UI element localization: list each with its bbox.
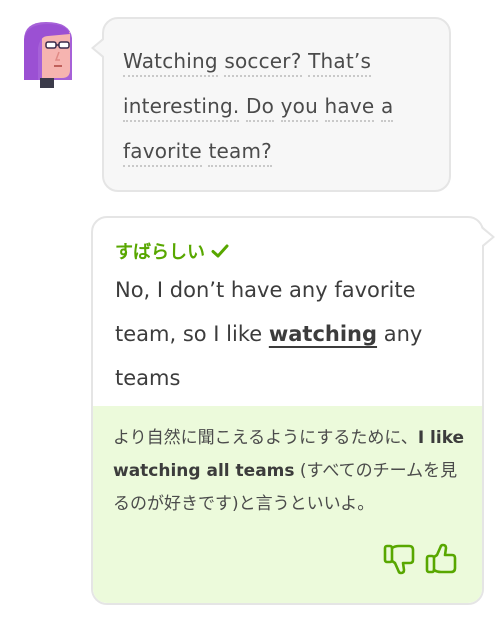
avatar (18, 18, 78, 88)
question-line: Watching soccer? That’s (123, 39, 443, 84)
thumbs-up-icon (425, 543, 457, 574)
question-word[interactable]: Watching (123, 49, 218, 77)
question-line: favorite team? (123, 129, 443, 174)
question-text: Watching soccer? That’s interesting. Do y… (123, 39, 443, 174)
question-word[interactable]: team? (208, 139, 272, 167)
verdict-label: すばらしい (115, 238, 229, 264)
question-word[interactable]: favorite (123, 139, 202, 167)
question-word[interactable]: That’s (308, 49, 372, 77)
user-answer: No, I don’t have any favorite team, so I… (115, 268, 465, 400)
answer-highlight: watching (268, 322, 378, 346)
chat-screen: Watching soccer? That’s interesting. Do y… (0, 0, 498, 626)
question-word[interactable]: interesting. (123, 94, 240, 122)
verdict-text: すばらしい (115, 242, 205, 263)
check-icon (211, 243, 229, 259)
question-word[interactable]: a (380, 94, 394, 122)
question-word[interactable]: have (324, 94, 375, 122)
feedback-text: より自然に聞こえるようにするために、I like watching all te… (113, 422, 468, 521)
question-bubble: Watching soccer? That’s interesting. Do y… (91, 17, 451, 192)
question-word[interactable]: you (280, 94, 318, 122)
question-word[interactable]: Do (245, 94, 275, 122)
thumbs-up-button[interactable] (425, 542, 459, 576)
answer-bubble: すばらしい No, I don’t have any favorite team… (91, 216, 495, 605)
feedback-panel: より自然に聞こえるようにするために、I like watching all te… (93, 406, 482, 603)
thumbs-down-button[interactable] (383, 542, 417, 576)
feedback-part1: より自然に聞こえるようにするために、 (113, 428, 418, 448)
question-word[interactable]: soccer? (224, 49, 302, 77)
question-line: interesting. Do you have a (123, 84, 443, 129)
thumbs-down-icon (383, 544, 415, 575)
